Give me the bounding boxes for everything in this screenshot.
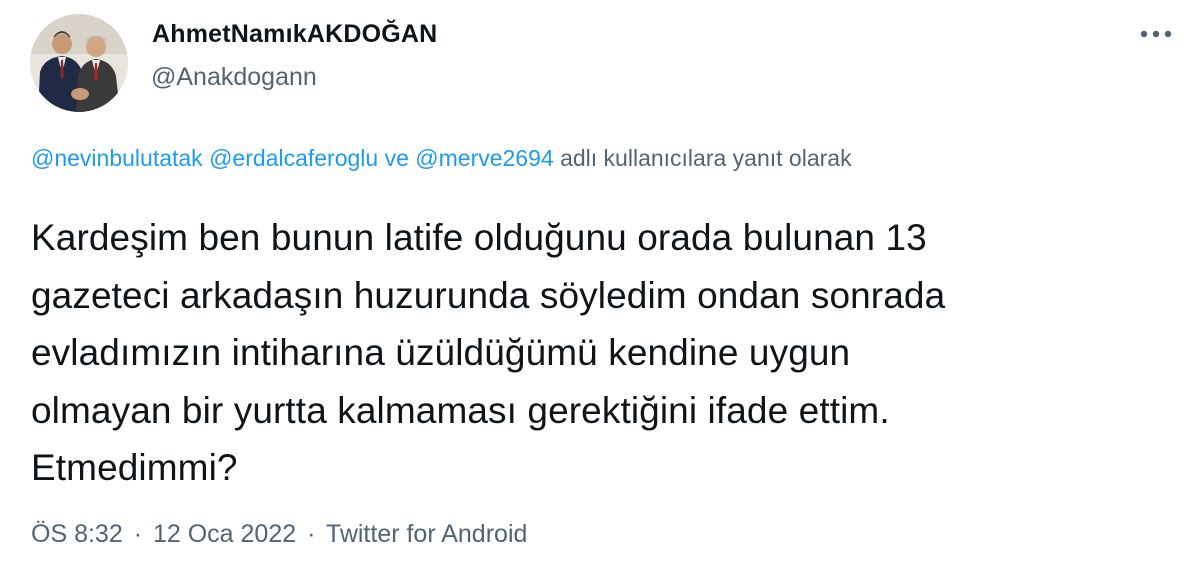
tweet-meta: ÖS 8:32 · 12 Oca 2022 · Twitter for Andr… [31,520,527,549]
mention-link[interactable]: @merve2694 [415,145,553,171]
display-name[interactable]: AhmetNamıkAKDOĞAN [152,20,437,49]
tweet-text-line: Kardeşim ben bunun latife olduğunu orada… [31,217,927,258]
tweet-text-line: olmayan bir yurtta kalmaması gerektiğini… [31,389,890,431]
reply-suffix: adlı kullanıcılara yanıt olarak [560,145,852,171]
avatar[interactable] [30,14,128,112]
tweet-text-line: gazeteci arkadaşın huzurunda söyledim on… [31,274,946,316]
reply-connector: ve [384,145,409,171]
user-handle[interactable]: @Anakdogann [151,63,317,92]
more-options-button[interactable] [1138,22,1174,46]
meta-separator: · [133,520,143,548]
tweet-source[interactable]: Twitter for Android [326,520,527,548]
tweet-time[interactable]: ÖS 8:32 [31,520,123,548]
mention-link[interactable]: @nevinbulutatak [31,145,203,171]
tweet-date[interactable]: 12 Oca 2022 [153,520,296,548]
avatar-photo-icon [30,14,128,112]
more-horizontal-icon [1140,30,1172,38]
tweet-text: Kardeşim ben bunun latife olduğunu orada… [31,209,1161,497]
mention-link[interactable]: @erdalcaferoglu [209,145,378,171]
tweet-text-line: evladımızın intiharına üzüldüğümü kendin… [31,332,851,373]
tweet-text-line: Etmedimmi? [31,447,238,488]
reply-context: @nevinbulutatak @erdalcaferoglu ve @merv… [31,145,852,172]
meta-separator: · [307,520,316,548]
